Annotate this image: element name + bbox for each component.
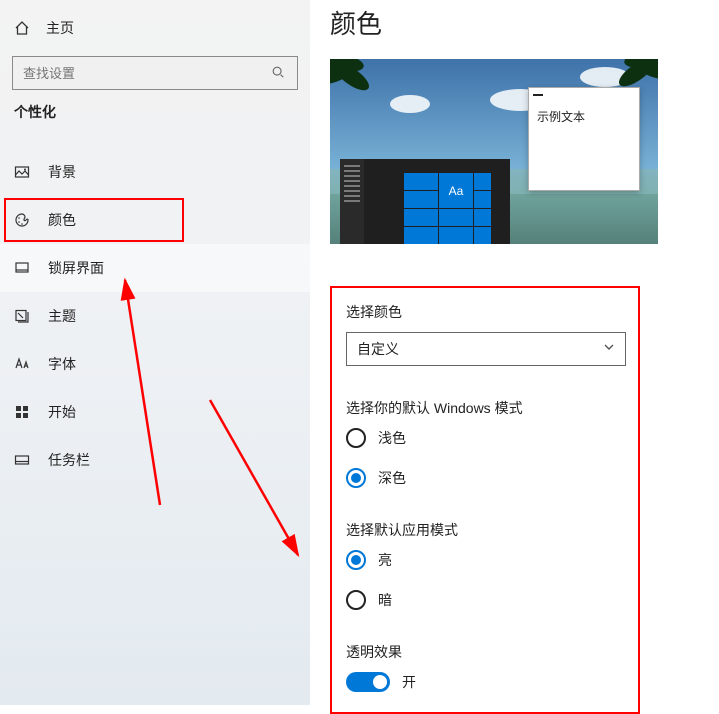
app-mode-light-radio[interactable]: 亮	[346, 550, 624, 570]
radio-label: 浅色	[378, 428, 406, 448]
transparency-toggle[interactable]	[346, 672, 390, 692]
home-icon	[14, 20, 30, 36]
chevron-down-icon	[603, 340, 615, 358]
radio-label: 亮	[378, 550, 392, 570]
sidebar-item-label: 主题	[48, 306, 76, 326]
annotation-highlight-settings: 选择颜色 自定义 选择你的默认 Windows 模式 浅色 深色 选择默认应用模…	[330, 286, 640, 714]
theme-preview: Aa 示例文本	[330, 59, 658, 244]
font-icon	[14, 356, 30, 372]
preview-sample-text: 示例文本	[529, 102, 639, 131]
palm-decoration	[330, 59, 384, 115]
taskbar-icon	[14, 452, 30, 468]
page-title: 颜色	[330, 4, 699, 41]
sidebar-item-label: 颜色	[48, 210, 76, 230]
main-content: 颜色 Aa	[310, 0, 719, 705]
home-label: 主页	[46, 18, 74, 38]
preview-tiles: Aa	[404, 173, 491, 244]
toggle-state-label: 开	[402, 672, 416, 692]
search-input[interactable]	[23, 66, 271, 81]
search-input-wrapper[interactable]	[12, 56, 298, 90]
radio-label: 暗	[378, 590, 392, 610]
app-mode-dark-radio[interactable]: 暗	[346, 590, 624, 610]
start-icon	[14, 404, 30, 420]
annotation-highlight	[4, 198, 184, 242]
dropdown-value: 自定义	[357, 339, 399, 359]
tile-sample-label: Aa	[449, 184, 464, 198]
theme-icon	[14, 308, 30, 324]
color-select-label: 选择颜色	[346, 302, 624, 322]
sidebar-item-fonts[interactable]: 字体	[0, 340, 310, 388]
sidebar-item-start[interactable]: 开始	[0, 388, 310, 436]
radio-icon	[346, 468, 366, 488]
radio-icon	[346, 428, 366, 448]
sidebar-item-label: 锁屏界面	[48, 258, 104, 278]
sidebar-item-label: 背景	[48, 162, 76, 182]
sidebar-item-themes[interactable]: 主题	[0, 292, 310, 340]
sidebar-item-label: 字体	[48, 354, 76, 374]
home-button[interactable]: 主页	[0, 8, 310, 48]
lockscreen-icon	[14, 260, 30, 276]
sidebar-item-label: 任务栏	[48, 450, 90, 470]
windows-mode-dark-radio[interactable]: 深色	[346, 468, 624, 488]
sidebar-item-lockscreen[interactable]: 锁屏界面	[0, 244, 310, 292]
color-select-dropdown[interactable]: 自定义	[346, 332, 626, 366]
section-title: 个性化	[0, 102, 310, 130]
sidebar-item-taskbar[interactable]: 任务栏	[0, 436, 310, 484]
windows-mode-label: 选择你的默认 Windows 模式	[346, 398, 624, 418]
sidebar-item-label: 开始	[48, 402, 76, 422]
preview-window: 示例文本	[528, 87, 640, 191]
picture-icon	[14, 164, 30, 180]
radio-icon	[346, 590, 366, 610]
sidebar-item-background[interactable]: 背景	[0, 148, 310, 196]
sidebar: 主页 个性化 背景	[0, 0, 310, 705]
windows-mode-light-radio[interactable]: 浅色	[346, 428, 624, 448]
app-mode-label: 选择默认应用模式	[346, 520, 624, 540]
radio-label: 深色	[378, 468, 406, 488]
transparency-label: 透明效果	[346, 642, 624, 662]
sidebar-item-colors[interactable]: 颜色	[0, 196, 310, 244]
search-icon	[271, 65, 287, 81]
radio-icon	[346, 550, 366, 570]
palette-icon	[14, 212, 30, 228]
